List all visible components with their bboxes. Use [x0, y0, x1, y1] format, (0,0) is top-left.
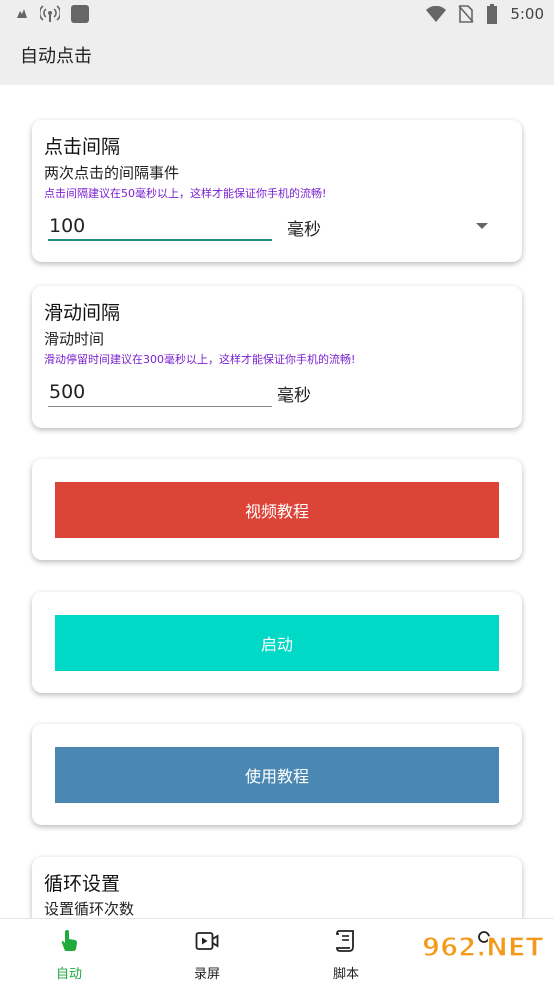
app-bar: 自动点击 — [0, 30, 554, 85]
status-bar-left — [14, 4, 90, 24]
chevron-down-icon[interactable] — [476, 223, 488, 229]
battery-icon — [487, 4, 498, 24]
loop-settings-card: 循环设置 设置循环次数 — [32, 857, 522, 918]
click-interval-card: 点击间隔 两次点击的间隔事件 点击间隔建议在50毫秒以上，这样才能保证你手机的流… — [32, 120, 522, 262]
usage-tutorial-button[interactable]: 使用教程 — [55, 747, 499, 803]
status-bar-right: 5:00 — [426, 4, 544, 24]
swipe-interval-title: 滑动间隔 — [44, 302, 121, 324]
video-tutorial-button[interactable]: 视频教程 — [55, 482, 499, 538]
wifi-icon — [426, 6, 447, 22]
page-title: 自动点击 — [20, 46, 92, 67]
usage-tutorial-card: 使用教程 — [32, 724, 522, 825]
script-scroll-icon — [336, 930, 354, 952]
video-record-icon — [195, 932, 219, 950]
nav-label-auto: 自动 — [55, 967, 82, 982]
svg-text:乐游网: 乐游网 — [478, 962, 529, 982]
click-interval-input[interactable]: 100 — [48, 211, 272, 241]
hotspot-icon — [40, 5, 60, 22]
nav-item-script[interactable]: 脚本 — [277, 919, 415, 987]
svg-text:962.NET: 962.NET — [422, 933, 544, 963]
swipe-interval-subtitle: 滑动时间 — [44, 330, 105, 348]
swipe-interval-hint: 滑动停留时间建议在300毫秒以上，这样才能保证你手机的流畅! — [44, 353, 356, 366]
loop-settings-title: 循环设置 — [44, 873, 121, 895]
main-content[interactable]: 点击间隔 两次点击的间隔事件 点击间隔建议在50毫秒以上，这样才能保证你手机的流… — [0, 85, 554, 918]
swipe-interval-card: 滑动间隔 滑动时间 滑动停留时间建议在300毫秒以上，这样才能保证你手机的流畅!… — [32, 286, 522, 428]
click-interval-subtitle: 两次点击的间隔事件 — [44, 164, 180, 182]
loop-settings-subtitle: 设置循环次数 — [44, 900, 135, 918]
swipe-interval-unit: 毫秒 — [277, 386, 311, 406]
nav-label-record: 录屏 — [193, 967, 220, 982]
notification-square-icon — [71, 5, 89, 23]
start-button[interactable]: 启动 — [55, 615, 499, 671]
status-bar: 5:00 — [0, 0, 554, 30]
pointer-hand-icon — [61, 930, 77, 951]
watermark-logo: 962.NET 乐游网 — [421, 932, 544, 982]
nav-item-auto[interactable]: 自动 — [0, 919, 138, 987]
video-tutorial-card: 视频教程 — [32, 459, 522, 560]
status-time: 5:00 — [510, 5, 544, 23]
click-interval-hint: 点击间隔建议在50毫秒以上，这样才能保证你手机的流畅! — [44, 187, 327, 200]
swipe-interval-input[interactable]: 500 — [48, 377, 272, 407]
start-card: 启动 — [32, 592, 522, 693]
click-interval-title: 点击间隔 — [44, 136, 121, 158]
nav-item-record[interactable]: 录屏 — [138, 919, 276, 987]
no-sim-icon — [458, 5, 474, 23]
android-icon — [17, 9, 27, 18]
click-interval-unit-select[interactable]: 毫秒 — [287, 215, 321, 240]
nav-label-script: 脚本 — [332, 967, 359, 982]
